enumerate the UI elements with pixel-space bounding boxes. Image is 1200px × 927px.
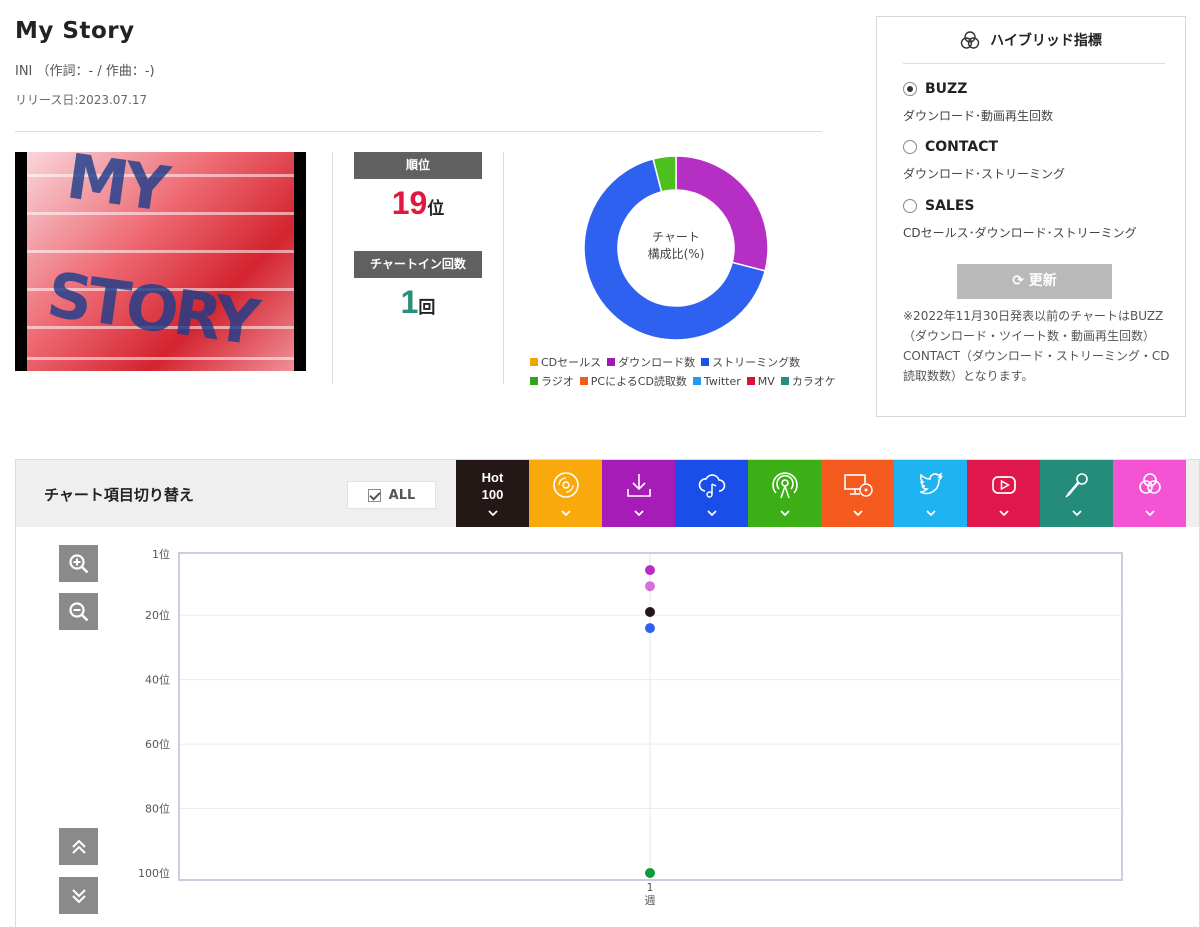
divider — [903, 63, 1165, 64]
x-tick-label: 1 — [647, 881, 654, 894]
rank-point[interactable] — [645, 581, 655, 592]
rank-point[interactable] — [645, 868, 655, 878]
x-tick-label: 週 — [645, 894, 656, 907]
legend-swatch — [746, 377, 755, 385]
legend-swatch — [579, 377, 588, 385]
hybrid-icon — [960, 31, 980, 53]
legend-swatch — [692, 377, 701, 385]
legend-label: ダウンロード数 — [618, 356, 696, 369]
release-date: リリース日:2023.07.17 — [15, 93, 148, 107]
option-desc: CDセールス･ダウンロード･ストリーミング — [903, 226, 1137, 240]
update-button[interactable]: ⟳ 更新 — [957, 264, 1112, 299]
option-contact[interactable]: CONTACT — [903, 139, 998, 155]
song-title: My Story — [15, 18, 135, 44]
hybrid-note: ※2022年11月30日発表以前のチャートはBUZZ（ダウンロード・ツイート数・… — [903, 309, 1170, 383]
legend-item: カラオケ — [780, 373, 836, 389]
legend-label: カラオケ — [791, 375, 836, 388]
option-buzz[interactable]: BUZZ — [903, 81, 967, 97]
legend-item: Twitter — [692, 373, 741, 389]
radio-sales[interactable] — [903, 199, 917, 213]
donut-legend: ラジオ PCによるCD読取数 Twitter MV カラオケ — [530, 373, 850, 389]
legend-item: ストリーミング数 — [701, 354, 800, 370]
rank-point[interactable] — [645, 565, 655, 576]
divider — [503, 152, 504, 384]
artist-credit: INI （作詞：- / 作曲：-) — [15, 64, 155, 79]
legend-swatch — [701, 358, 710, 366]
divider — [15, 131, 822, 132]
y-tick-label: 80位 — [145, 802, 170, 816]
rank-point[interactable] — [645, 623, 655, 634]
legend-label: MV — [757, 374, 775, 388]
legend-item: ラジオ — [530, 373, 574, 389]
y-tick-label: 40位 — [145, 673, 170, 687]
rank-point[interactable] — [645, 607, 655, 617]
donut-center-label: チャート 構成比(%) — [647, 230, 705, 261]
cover-art: MY STORY — [27, 152, 294, 371]
y-tick-label: 100位 — [138, 866, 170, 880]
donut-legend: CDセールス ダウンロード数 ストリーミング数 — [530, 354, 850, 370]
chartin-value: 1回 — [400, 284, 436, 320]
legend-label: ストリーミング数 — [712, 356, 801, 369]
chart-panel: チャート項目切り替え ALL Hot 100 1位 20位 40位 60位 80位 100位… — [15, 459, 1200, 927]
legend-swatch — [530, 358, 538, 366]
radio-buzz[interactable] — [903, 82, 917, 96]
legend-label: ラジオ — [541, 375, 574, 388]
option-desc: ダウンロード･動画再生回数 — [903, 109, 1054, 123]
legend-label: CDセールス — [541, 356, 602, 369]
legend-item: PCによるCD読取数 — [579, 373, 687, 389]
option-desc: ダウンロード･ストリーミング — [903, 167, 1066, 181]
y-tick-label: 60位 — [145, 737, 170, 751]
rank-value: 19位 — [391, 185, 445, 221]
legend-label: Twitter — [703, 374, 741, 388]
y-tick-label: 1位 — [152, 547, 170, 561]
legend-label: PCによるCD読取数 — [590, 375, 687, 388]
legend-swatch — [530, 377, 538, 385]
refresh-icon: ⟳ — [1012, 273, 1029, 289]
radio-contact[interactable] — [903, 140, 917, 154]
option-sales[interactable]: SALES — [903, 198, 975, 214]
chartin-label: チャートイン回数 — [354, 251, 482, 278]
rank-history-chart: 1位 20位 40位 60位 80位 100位 1週 — [138, 547, 1123, 907]
hybrid-panel: ハイブリッド指標 BUZZ ダウンロード･動画再生回数 CONTACT ダウンロ… — [876, 16, 1186, 417]
divider — [332, 152, 333, 384]
legend-item: ダウンロード数 — [607, 354, 695, 370]
legend-item: CDセールス — [530, 354, 601, 370]
video-thumbnail[interactable]: MY STORY — [15, 152, 306, 371]
hybrid-heading: ハイブリッド指標 — [877, 30, 1185, 53]
legend-swatch — [607, 358, 616, 366]
rank-label: 順位 — [354, 152, 482, 179]
legend-item: MV — [746, 373, 775, 389]
y-tick-label: 20位 — [145, 608, 170, 622]
legend-swatch — [780, 377, 789, 385]
